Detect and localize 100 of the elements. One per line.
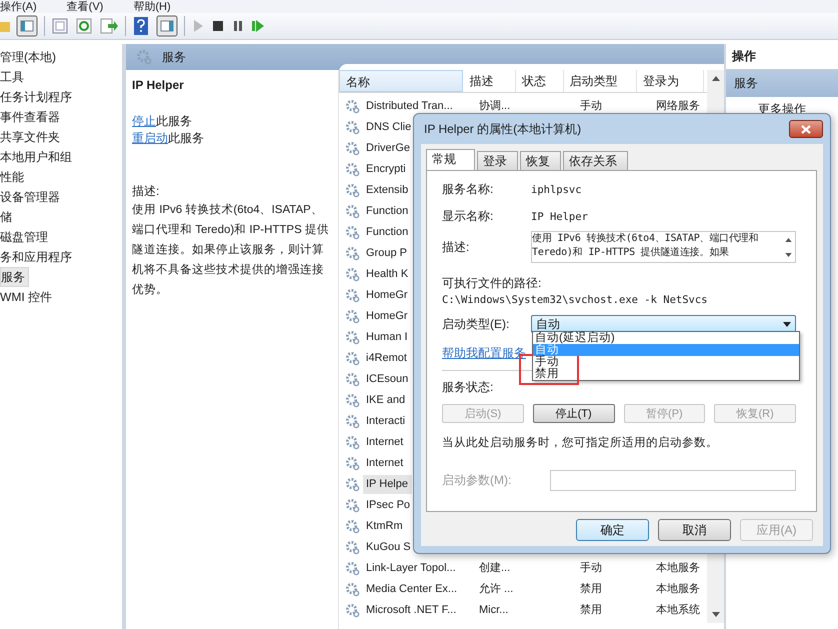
table-cell-text: 网络服务 [655,99,700,114]
pause-icon[interactable] [231,19,245,33]
tree-item[interactable]: 性能 [0,167,27,187]
dropdown-option[interactable]: 自动(延迟启动) [533,332,799,344]
gear-icon [345,183,360,198]
properties-icon[interactable] [51,17,69,35]
dropdown-option[interactable]: 禁用 [533,368,799,380]
path-text: C:\Windows\System32\svchost.exe -k NetSvcs [442,294,709,306]
menu-item[interactable]: 操作(A) [0,1,37,13]
gear-icon [345,582,360,597]
field-value: IP Helper [531,210,588,222]
action-link[interactable]: 停止 [132,114,156,128]
action-text: 此服务 [156,114,192,128]
table-cell-text: 禁用 [579,582,603,597]
gear-icon [345,330,360,345]
column-header[interactable]: 状态 [516,70,564,92]
gear-icon [345,498,360,513]
description-text: 使用 IPv6 转换技术(6to4、ISATAP、端口代理和 Teredo)和 IP-HTTPS 提供隧道连接。如果 [532,232,760,260]
close-button[interactable] [789,120,823,138]
gear-icon [345,246,360,261]
tree-item[interactable]: 任务计划程序 [0,87,75,107]
field-label: 服务状态: [442,379,494,396]
tree-item[interactable]: 磁盘管理 [0,227,51,247]
field-label: 服务名称: [442,181,494,198]
scroll-down-icon[interactable] [784,252,792,256]
column-header[interactable]: 名称 [339,70,464,92]
table-cell-text: 本地服务 [655,582,700,597]
table-cell[interactable]: Link-Layer Topol... [363,559,476,578]
gear-icon [345,477,360,492]
panel-icon[interactable] [16,15,38,37]
table-cell[interactable]: Media Center Ex... [363,580,476,599]
gear-icon [345,204,360,219]
tree-item[interactable]: 本地用户和组 [0,147,75,167]
field-label: 启动参数(M): [442,472,512,489]
field-label: 描述: [442,239,470,256]
refresh-icon[interactable] [75,17,93,35]
tab[interactable]: 恢复 [520,151,561,170]
section-header[interactable]: 服务 [726,70,838,97]
table-cell-text: Micr... [478,603,510,618]
dialog-button[interactable]: 确定 [576,519,649,541]
menu-item[interactable]: 帮助(H) [133,1,171,13]
tree-item[interactable]: 储 [0,207,15,227]
tree-item[interactable]: 共享文件夹 [0,127,63,147]
gear-icon [345,225,360,240]
tab[interactable]: 常规 [426,149,475,171]
gear-icon [345,435,360,450]
tree-item[interactable]: 事件查看器 [0,107,63,127]
dropdown-arrow-icon [783,322,791,326]
gear-icon [345,309,360,324]
gear-icon [345,561,360,576]
description-box[interactable]: 使用 IPv6 转换技术(6to4、ISATAP、端口代理和 Teredo)和 IP-HTTPS 提供隧道连接。如果 [531,231,796,263]
action-link[interactable]: 重启动 [132,131,168,145]
field-label: 显示名称: [442,208,494,225]
scroll-up-icon[interactable] [712,76,720,81]
action-text: 此服务 [168,131,204,145]
table-cell-text: 手动 [579,99,603,114]
gear-icon [345,603,360,618]
tree-item[interactable]: 管理(本地) [0,47,59,67]
scroll-down-icon[interactable] [712,612,720,617]
gear-icon [345,372,360,387]
table-cell-text: 创建... [478,561,512,576]
table-cell[interactable]: Distributed Tran... [363,97,476,116]
close-icon [801,124,811,134]
field-label: 启动类型(E): [442,316,510,332]
scroll-up-icon[interactable] [784,238,792,242]
tree-item[interactable]: 工具 [0,67,27,87]
dialog-button[interactable]: 取消 [658,519,731,541]
export-icon[interactable] [99,17,119,35]
tree-item[interactable]: 设备管理器 [0,187,63,207]
tree-item[interactable]: WMI 控件 [0,287,55,307]
table-cell-text: 本地服务 [655,561,700,576]
hint-text: 当从此处启动服务时，您可指定所适用的启动参数。 [442,436,719,450]
service-control-button[interactable]: 停止(T) [532,404,614,423]
table-cell[interactable]: Microsoft .NET F... [363,601,476,620]
dropdown-option[interactable]: 手动 [533,356,799,368]
gear-icon [345,456,360,471]
gear-icon [345,393,360,408]
tree-item[interactable]: 务和应用程序 [0,247,75,267]
table-cell-text: 本地系统 [655,602,700,618]
column-header[interactable]: 登录为 [637,70,704,92]
gear-icon [345,120,360,135]
help-icon[interactable] [132,16,150,36]
stop-icon[interactable] [211,19,225,33]
tree-item[interactable]: 服务 [0,267,29,287]
gear-icon [345,414,360,429]
menu-item[interactable]: 查看(V) [66,1,104,13]
table-cell[interactable]: IP Helpe [363,475,412,494]
gear-icon [345,141,360,156]
panel-icon[interactable] [156,15,178,37]
gear-icon [345,162,360,177]
restart-icon[interactable] [251,19,265,33]
tab[interactable]: 依存关系 [563,151,628,170]
description-label: 描述: [132,183,160,200]
tab[interactable]: 登录 [477,151,518,170]
description-text: 使用 IPv6 转换技术(6to4、ISATAP、端口代理和 Teredo)和 IP-HTTPS 提供隧道连接。如果停止该服务，则计算机将不具备这些技术提供的增强连接优势。 [132,202,330,298]
table-cell-text: 协调... [478,99,512,114]
column-header[interactable]: 描述 [463,70,516,92]
panel-title: 服务 [162,48,186,66]
column-header[interactable]: 启动类型 [564,70,637,92]
table-cell-text: 手动 [579,561,603,576]
